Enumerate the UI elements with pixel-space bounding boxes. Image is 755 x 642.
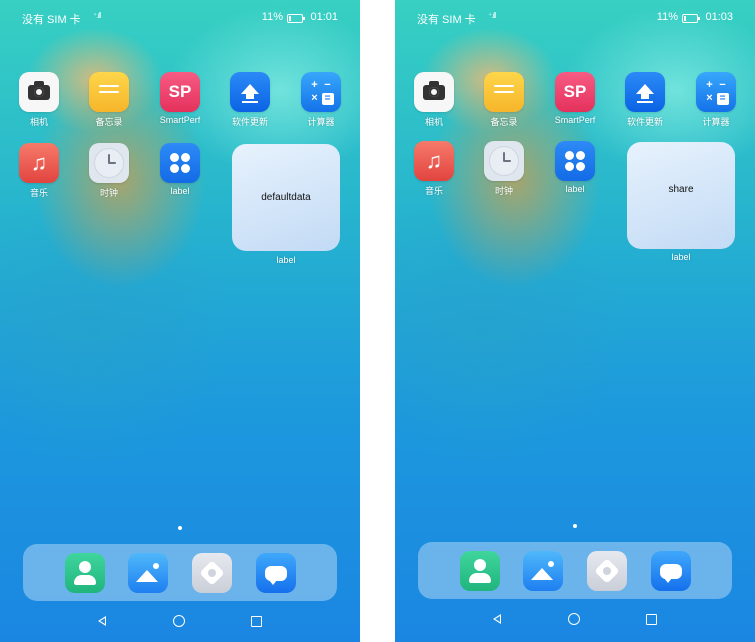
memo-icon — [89, 72, 129, 112]
app-music[interactable]: ♫ 音乐 — [9, 143, 69, 199]
camera-icon — [19, 72, 59, 112]
battery-icon — [682, 14, 700, 23]
calculator-icon: + − × = — [301, 72, 341, 112]
app-label-app[interactable]: label — [150, 143, 210, 196]
app-label: 计算器 — [307, 117, 335, 127]
carrier-label: 没有 SIM 卡 — [417, 14, 476, 26]
widget-card[interactable]: defaultdata — [232, 144, 340, 251]
app-label: label — [565, 184, 585, 194]
status-time: 01:03 — [705, 11, 733, 23]
app-label: 相机 — [29, 117, 48, 127]
navigation-bar — [395, 610, 755, 630]
signal-icon: ⁺.ıll — [488, 11, 496, 20]
software-update-icon — [625, 72, 665, 112]
clock-icon — [484, 141, 524, 181]
app-label: SmartPerf — [554, 115, 596, 125]
app-camera[interactable]: 相机 — [9, 72, 69, 128]
page-indicator-dot — [178, 526, 182, 530]
gallery-icon[interactable] — [523, 551, 563, 591]
app-software-update[interactable]: 软件更新 — [615, 72, 675, 128]
status-time: 01:01 — [310, 11, 338, 23]
software-update-icon — [230, 72, 270, 112]
widget-card-caption: label — [671, 252, 691, 262]
calculator-icon: + − × = — [696, 72, 736, 112]
status-bar: 没有 SIM 卡 ⁺.ıll 11% 01:03 — [395, 11, 755, 27]
dock — [23, 544, 337, 601]
page-indicator-dot — [573, 524, 577, 528]
clock-icon — [89, 143, 129, 183]
app-clock[interactable]: 时钟 — [79, 143, 139, 199]
status-bar: 没有 SIM 卡 ⁺.ıll 11% 01:01 — [0, 11, 360, 27]
settings-icon[interactable] — [587, 551, 627, 591]
contacts-icon[interactable] — [65, 553, 105, 593]
app-label: 备忘录 — [490, 117, 518, 127]
battery-percent: 11% — [656, 11, 678, 23]
battery-percent: 11% — [261, 11, 283, 23]
app-clock[interactable]: 时钟 — [474, 141, 534, 197]
battery-icon — [287, 14, 305, 23]
app-label: 计算器 — [702, 117, 730, 127]
app-label-app[interactable]: label — [545, 141, 605, 194]
app-label: 音乐 — [424, 186, 443, 196]
home-icon[interactable] — [173, 615, 185, 627]
messages-icon[interactable] — [256, 553, 296, 593]
app-label: 时钟 — [99, 188, 118, 198]
smartperf-icon: SP — [160, 72, 200, 112]
navigation-bar — [0, 612, 360, 632]
widget-card-text: defaultdata — [261, 192, 311, 203]
widget-card-text: share — [668, 184, 694, 195]
app-memo[interactable]: 备忘录 — [79, 72, 139, 128]
back-icon[interactable] — [98, 616, 106, 626]
signal-icon: ⁺.ıll — [93, 11, 101, 20]
app-memo[interactable]: 备忘录 — [474, 72, 534, 128]
widget-card[interactable]: share — [627, 142, 735, 249]
music-icon: ♫ — [414, 141, 454, 181]
home-icon[interactable] — [568, 613, 580, 625]
carrier-label: 没有 SIM 卡 — [22, 14, 81, 26]
app-label: SmartPerf — [159, 115, 201, 125]
widget-card-caption: label — [276, 255, 296, 265]
gallery-icon[interactable] — [128, 553, 168, 593]
app-label: 时钟 — [494, 186, 513, 196]
messages-icon[interactable] — [651, 551, 691, 591]
app-smartperf[interactable]: SP SmartPerf — [545, 72, 605, 125]
settings-icon[interactable] — [192, 553, 232, 593]
app-label: 软件更新 — [231, 117, 268, 127]
app-smartperf[interactable]: SP SmartPerf — [150, 72, 210, 125]
dock — [418, 542, 732, 599]
music-icon: ♫ — [19, 143, 59, 183]
recent-apps-icon[interactable] — [251, 616, 262, 627]
back-icon[interactable] — [493, 614, 501, 624]
app-label: 相机 — [424, 117, 443, 127]
app-calculator[interactable]: + − × = 计算器 — [686, 72, 746, 128]
label-app-icon — [160, 143, 200, 183]
camera-icon — [414, 72, 454, 112]
app-calculator[interactable]: + − × = 计算器 — [291, 72, 351, 128]
app-music[interactable]: ♫ 音乐 — [404, 141, 464, 197]
app-label: 音乐 — [29, 188, 48, 198]
recent-apps-icon[interactable] — [646, 614, 657, 625]
smartperf-icon: SP — [555, 72, 595, 112]
home-screen-left: 没有 SIM 卡 ⁺.ıll 11% 01:01 相机 备忘录 SP Smart… — [0, 0, 360, 642]
home-screen-right: 没有 SIM 卡 ⁺.ıll 11% 01:03 相机 备忘录 SP Smart… — [395, 0, 755, 642]
app-software-update[interactable]: 软件更新 — [220, 72, 280, 128]
app-label: 软件更新 — [626, 117, 663, 127]
app-label: 备忘录 — [95, 117, 123, 127]
memo-icon — [484, 72, 524, 112]
app-camera[interactable]: 相机 — [404, 72, 464, 128]
app-label: label — [170, 186, 190, 196]
contacts-icon[interactable] — [460, 551, 500, 591]
label-app-icon — [555, 141, 595, 181]
